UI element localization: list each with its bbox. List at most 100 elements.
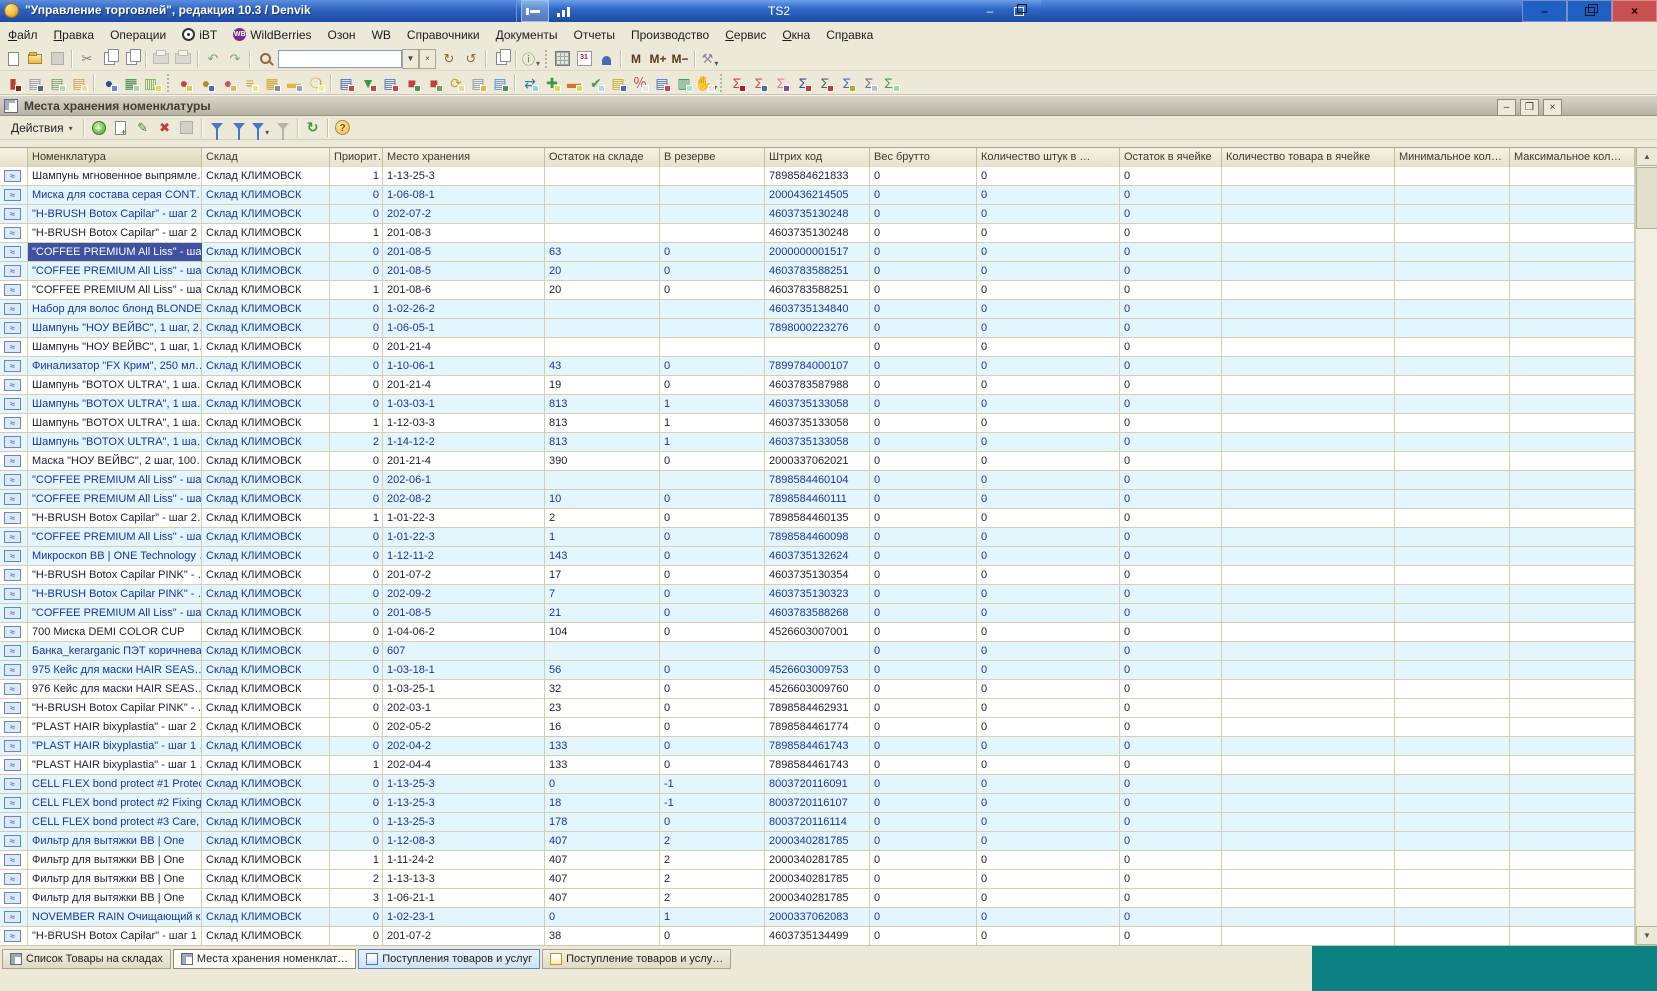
cell[interactable]: 407 <box>545 889 660 908</box>
cell[interactable]: 0 <box>977 471 1120 490</box>
cell[interactable]: 607 <box>383 642 545 661</box>
cell[interactable] <box>1510 338 1635 357</box>
cell[interactable] <box>1222 680 1395 699</box>
cell[interactable] <box>1222 851 1395 870</box>
cell[interactable]: 1-10-06-1 <box>383 357 545 376</box>
cell[interactable]: Фильтр для вытяжки BB | One <box>28 832 202 851</box>
cell[interactable]: 4603735130248 <box>765 224 870 243</box>
cell[interactable]: 2000340281785 <box>765 832 870 851</box>
cell[interactable] <box>1395 452 1510 471</box>
row-icon-cell[interactable]: ≈ <box>0 642 28 661</box>
cell[interactable]: 1-12-08-3 <box>383 832 545 851</box>
cell[interactable]: 1 <box>330 167 383 186</box>
cell[interactable]: 407 <box>545 851 660 870</box>
client-debt-icon[interactable]: ● <box>217 72 239 94</box>
cell[interactable]: 4603735133058 <box>765 395 870 414</box>
cell[interactable]: Шампунь мгновенное выпрямле… <box>28 167 202 186</box>
report-debt-icon[interactable]: Σ <box>726 72 748 94</box>
cell[interactable]: 1 <box>660 433 765 452</box>
scroll-down-button[interactable]: ▼ <box>1636 926 1657 945</box>
client-payment-icon[interactable]: ● <box>195 72 217 94</box>
cell[interactable]: 0 <box>1120 851 1222 870</box>
cell[interactable] <box>1510 319 1635 338</box>
cell[interactable]: 0 <box>977 566 1120 585</box>
cell[interactable] <box>1222 623 1395 642</box>
table-row[interactable]: ≈"H-BRUSH Botox Capilar" - шаг 2 …Склад … <box>0 205 1635 224</box>
cell[interactable]: 1-03-18-1 <box>383 661 545 680</box>
cell[interactable]: 0 <box>977 927 1120 946</box>
cell[interactable]: 4603783587988 <box>765 376 870 395</box>
cell[interactable]: 0 <box>1120 395 1222 414</box>
cell[interactable] <box>1222 300 1395 319</box>
cell[interactable]: 2000337062083 <box>765 908 870 927</box>
table-row[interactable]: ≈Шампунь мгновенное выпрямле…Склад КЛИМО… <box>0 167 1635 186</box>
cell[interactable]: 0 <box>1120 832 1222 851</box>
cell[interactable]: 0 <box>977 832 1120 851</box>
cell[interactable]: 1-03-25-1 <box>383 680 545 699</box>
label-printer-icon[interactable]: ▤ <box>68 72 90 94</box>
cell[interactable] <box>1395 357 1510 376</box>
cell[interactable]: 700 Миска DEMI COLOR CUP <box>28 623 202 642</box>
row-icon-cell[interactable]: ≈ <box>0 908 28 927</box>
cell[interactable] <box>1222 566 1395 585</box>
row-icon-cell[interactable]: ≈ <box>0 471 28 490</box>
cell[interactable]: 0 <box>1120 718 1222 737</box>
cell[interactable] <box>1222 604 1395 623</box>
cell[interactable]: Склад КЛИМОВСК <box>202 376 330 395</box>
cell[interactable]: 0 <box>1120 889 1222 908</box>
cell[interactable]: 0 <box>330 718 383 737</box>
cell[interactable]: 0 <box>1120 357 1222 376</box>
cell[interactable]: Склад КЛИМОВСК <box>202 243 330 262</box>
cell[interactable]: 0 <box>660 357 765 376</box>
cell[interactable]: "H-BRUSH Botox Capilar" - шаг 2 … <box>28 205 202 224</box>
cell[interactable] <box>1222 262 1395 281</box>
table-row[interactable]: ≈"COFFEE PREMIUM All Liss" - шаг…Склад К… <box>0 471 1635 490</box>
cell[interactable]: 975 Кейс для маски HAIR SEAS… <box>28 661 202 680</box>
cell[interactable]: 2 <box>660 851 765 870</box>
cell[interactable] <box>1395 889 1510 908</box>
cell[interactable]: 0 <box>870 756 977 775</box>
cell[interactable]: Склад КЛИМОВСК <box>202 547 330 566</box>
cell[interactable] <box>1395 623 1510 642</box>
doc-exchange-icon[interactable]: ⇄ <box>519 72 541 94</box>
cell[interactable]: 201-08-5 <box>383 243 545 262</box>
cell[interactable]: 0 <box>870 927 977 946</box>
cell[interactable]: 0 <box>1120 471 1222 490</box>
cell[interactable] <box>1395 471 1510 490</box>
cell[interactable]: 0 <box>660 528 765 547</box>
cell[interactable] <box>1510 414 1635 433</box>
cell[interactable] <box>1222 756 1395 775</box>
cell[interactable] <box>1510 870 1635 889</box>
memory-icon[interactable]: M <box>625 48 647 70</box>
cell[interactable]: 0 <box>1120 661 1222 680</box>
cell[interactable]: 0 <box>870 832 977 851</box>
cell[interactable]: "COFFEE PREMIUM All Liss" - шаг… <box>28 490 202 509</box>
menu-item-wb[interactable]: WB <box>364 25 399 45</box>
cell[interactable] <box>1222 452 1395 471</box>
cell[interactable]: 0 <box>1120 433 1222 452</box>
cell[interactable]: 0 <box>977 243 1120 262</box>
cell[interactable] <box>1222 547 1395 566</box>
row-icon-cell[interactable]: ≈ <box>0 452 28 471</box>
cell[interactable]: 1 <box>330 224 383 243</box>
client-call-icon[interactable]: ● <box>173 72 195 94</box>
row-icon-cell[interactable]: ≈ <box>0 205 28 224</box>
cell[interactable]: 0 <box>870 338 977 357</box>
report-journal-icon[interactable]: Σ <box>858 72 880 94</box>
cell[interactable]: Склад КЛИМОВСК <box>202 528 330 547</box>
cell[interactable]: Шампунь "BOTOX ULTRA", 1 ша… <box>28 414 202 433</box>
cell[interactable] <box>1510 927 1635 946</box>
cell[interactable]: 7898584461743 <box>765 737 870 756</box>
cell[interactable] <box>1510 490 1635 509</box>
cell[interactable] <box>1510 718 1635 737</box>
cell[interactable]: 0 <box>660 452 765 471</box>
cell[interactable]: Склад КЛИМОВСК <box>202 300 330 319</box>
cell[interactable] <box>1395 661 1510 680</box>
table-row[interactable]: ≈Фильтр для вытяжки BB | OneСклад КЛИМОВ… <box>0 851 1635 870</box>
cell[interactable]: 0 <box>870 623 977 642</box>
cell[interactable]: 8003720116107 <box>765 794 870 813</box>
row-icon-cell[interactable]: ≈ <box>0 851 28 870</box>
cell[interactable] <box>1222 395 1395 414</box>
cell[interactable] <box>1510 281 1635 300</box>
cell[interactable] <box>1222 167 1395 186</box>
